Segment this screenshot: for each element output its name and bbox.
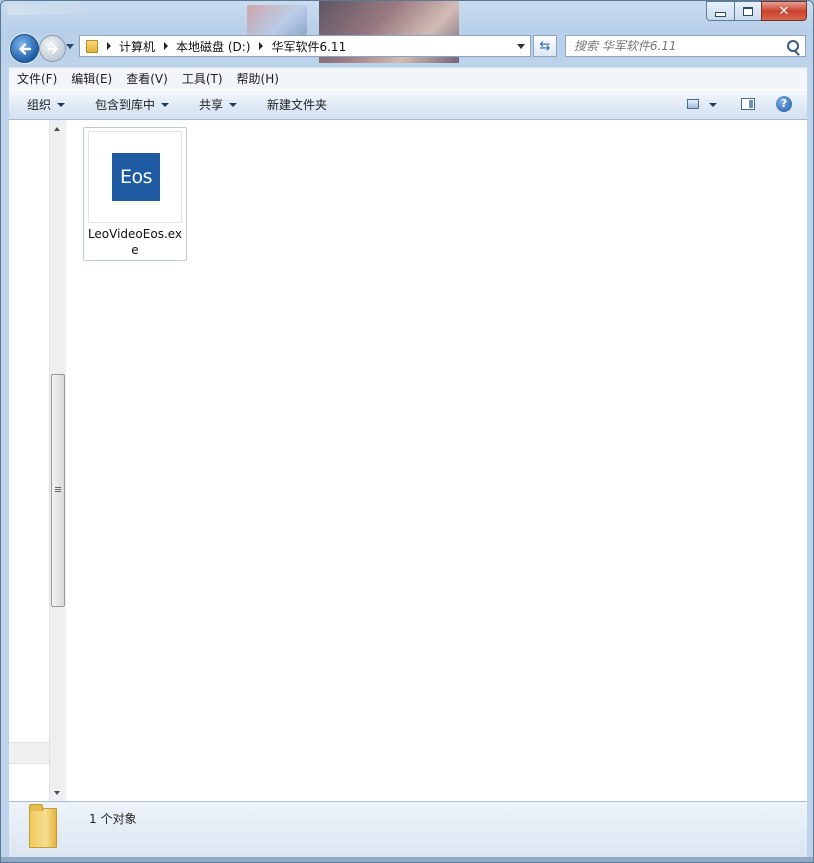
preview-pane-icon[interactable]: [741, 98, 755, 110]
menu-edit[interactable]: 编辑(E): [63, 70, 118, 87]
breadcrumb-drive[interactable]: 本地磁盘 (D:): [176, 38, 250, 55]
folder-icon: [86, 39, 98, 53]
include-in-library-label: 包含到库中: [95, 98, 156, 112]
menu-file[interactable]: 文件(F): [9, 70, 63, 87]
share-label: 共享: [199, 98, 224, 112]
navigation-scrollbar[interactable]: [49, 120, 66, 801]
command-bar: 组织 包含到库中 共享 新建文件夹 ?: [9, 89, 807, 120]
scroll-down-icon[interactable]: [54, 791, 60, 795]
window-bottom-edge: [1, 857, 813, 862]
forward-button[interactable]: [39, 35, 66, 62]
search-icon[interactable]: [787, 40, 799, 52]
file-name: LeoVideoEos.exe: [87, 227, 183, 257]
search-box[interactable]: [565, 35, 806, 57]
back-arrow-icon: [18, 42, 31, 55]
item-count: 1 个对象: [89, 812, 137, 826]
window-title-blur: [7, 5, 87, 15]
share-button[interactable]: 共享: [181, 96, 249, 113]
organize-label: 组织: [27, 98, 52, 112]
navigation-pane-row[interactable]: [9, 742, 49, 764]
help-icon[interactable]: ?: [776, 96, 792, 112]
new-folder-label: 新建文件夹: [267, 98, 328, 112]
background-thumbnail: [247, 5, 307, 35]
scrollbar-thumb[interactable]: [51, 374, 65, 607]
menu-bar: 文件(F) 编辑(E) 查看(V) 工具(T) 帮助(H): [9, 67, 807, 89]
chevron-down-icon: [161, 102, 170, 107]
navigation-pane[interactable]: [9, 120, 49, 801]
menu-help[interactable]: 帮助(H): [229, 70, 285, 87]
details-pane: 1 个对象: [9, 801, 807, 857]
organize-button[interactable]: 组织: [9, 96, 77, 113]
maximize-icon: [743, 6, 753, 16]
breadcrumb-chevron-icon[interactable]: [164, 42, 169, 50]
grip-icon: [55, 487, 61, 488]
file-list-area[interactable]: Eos LeoVideoEos.exe: [66, 120, 807, 801]
search-input[interactable]: [566, 36, 784, 56]
refresh-icon: ⇆: [539, 38, 551, 54]
include-in-library-button[interactable]: 包含到库中: [77, 96, 181, 113]
breadcrumb-chevron-icon[interactable]: [259, 42, 264, 50]
chevron-down-icon: [229, 102, 238, 107]
chevron-down-icon: [57, 102, 66, 107]
scroll-up-icon[interactable]: [54, 127, 60, 131]
minimize-icon: [715, 11, 726, 17]
menu-view[interactable]: 查看(V): [118, 70, 174, 87]
back-button[interactable]: [10, 34, 39, 63]
forward-arrow-icon: [47, 43, 58, 54]
folder-icon: [29, 804, 57, 848]
address-dropdown-icon[interactable]: [517, 44, 525, 49]
title-bar[interactable]: [1, 1, 813, 63]
address-bar[interactable]: 计算机 本地磁盘 (D:) 华军软件6.11: [79, 35, 531, 57]
minimize-button[interactable]: [706, 1, 734, 21]
maximize-button[interactable]: [734, 1, 761, 21]
breadcrumb-folder[interactable]: 华军软件6.11: [271, 38, 346, 55]
file-item[interactable]: Eos LeoVideoEos.exe: [83, 127, 187, 261]
new-folder-button[interactable]: 新建文件夹: [249, 96, 339, 113]
menu-tools[interactable]: 工具(T): [174, 70, 229, 87]
change-view-icon[interactable]: [687, 99, 699, 109]
view-options-dropdown-icon[interactable]: [709, 103, 717, 107]
file-thumbnail: Eos: [88, 131, 182, 223]
close-button[interactable]: ✕: [761, 1, 807, 21]
refresh-button[interactable]: ⇆: [533, 35, 557, 57]
eos-app-icon: Eos: [112, 153, 160, 201]
breadcrumb-chevron-icon[interactable]: [107, 42, 111, 50]
recent-pages-dropdown-icon[interactable]: [66, 44, 74, 49]
explorer-window: ✕ 计算机 本地磁盘 (D:) 华军软件6.11 ⇆ 文件(F) 编辑(E) 查…: [0, 0, 814, 863]
breadcrumb-computer[interactable]: 计算机: [119, 38, 155, 55]
close-icon: ✕: [778, 3, 790, 19]
